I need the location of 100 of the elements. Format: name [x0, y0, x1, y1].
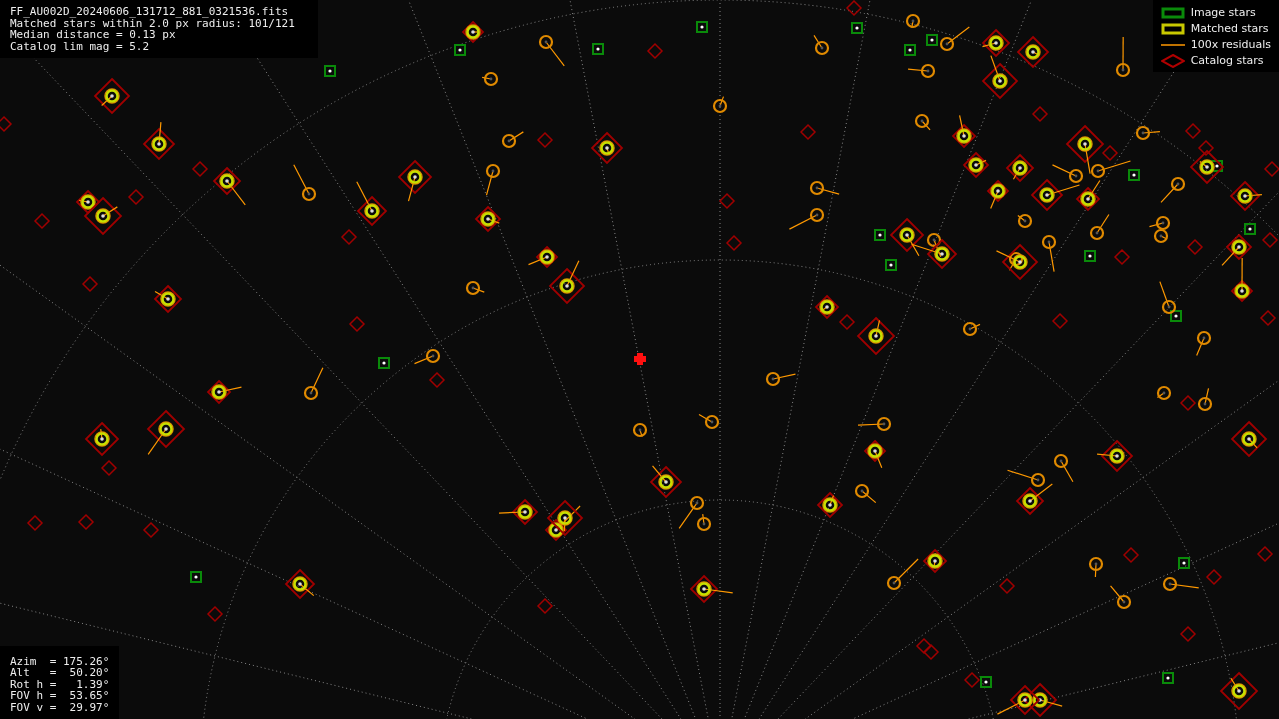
matched-star-marker — [922, 548, 948, 574]
legend-label: Catalog stars — [1190, 54, 1264, 67]
residual-star-marker — [501, 131, 524, 149]
residual-star-marker — [293, 164, 317, 202]
matched-star-marker — [356, 181, 388, 227]
info-text: Matched stars within 2.0 px radius: 101/121 — [10, 17, 296, 29]
residual-star-marker — [1196, 330, 1212, 357]
catalog-star-marker — [963, 671, 981, 689]
catalog-star-marker — [915, 637, 933, 655]
matched-star-marker — [689, 574, 734, 604]
residual-star-marker — [1090, 160, 1132, 179]
catalog-star-marker — [536, 131, 554, 149]
catalog-star-marker — [922, 643, 940, 661]
catalog-star-marker — [26, 514, 44, 532]
matched-star-marker — [461, 20, 485, 44]
residual-star-marker — [813, 34, 830, 56]
pointing-text: Alt = 50.20° — [10, 667, 110, 679]
matched-star-marker — [397, 159, 433, 202]
matched-star-marker — [1096, 439, 1134, 473]
residual-star-marker — [1159, 281, 1177, 315]
catalog-star-marker — [536, 597, 554, 615]
matched-star-marker — [284, 568, 316, 600]
matched-star-marker — [986, 179, 1010, 210]
matched-star-marker — [1229, 180, 1263, 212]
catalog-star-marker — [845, 0, 863, 17]
residual-star-marker — [907, 63, 936, 79]
matched-star-marker — [1221, 233, 1253, 266]
center-cross-marker — [634, 353, 646, 365]
legend-label: 100x residuals — [1190, 38, 1271, 51]
matched-star-marker — [1219, 671, 1259, 711]
catalog-star-marker — [799, 123, 817, 141]
residual-star-marker — [788, 207, 825, 230]
matched-star-marker — [93, 77, 131, 115]
matched-star-marker — [1016, 35, 1050, 69]
matched-star-marker — [498, 498, 539, 526]
matched-star-marker — [590, 131, 624, 165]
matched-star-marker — [814, 294, 840, 320]
diamond-icon — [1160, 53, 1185, 68]
catalog-star-marker — [838, 313, 856, 331]
residual-star-marker — [698, 413, 720, 430]
catalog-star-marker — [1186, 238, 1204, 256]
pointing-text: Azim = 175.26° — [10, 655, 110, 667]
pointing-text: FOV h = 53.65° — [10, 690, 110, 702]
residual-star-marker — [1162, 576, 1200, 592]
matched-star-marker — [206, 379, 243, 405]
catalog-star-marker — [998, 577, 1016, 595]
catalog-star-marker — [1197, 139, 1215, 157]
residual-star-marker — [485, 163, 501, 196]
catalog-star-marker — [206, 605, 224, 623]
catalog-star-marker — [1031, 105, 1049, 123]
residual-star-marker — [1041, 234, 1057, 273]
matched-star-marker — [1189, 149, 1225, 185]
legend-label: Image stars — [1190, 6, 1256, 19]
matched-star-marker — [1065, 124, 1105, 175]
catalog-star-marker — [348, 315, 366, 333]
matched-star-marker — [1230, 420, 1268, 458]
catalog-star-marker — [1051, 312, 1069, 330]
legend-label: Matched stars — [1190, 22, 1269, 35]
catalog-star-marker — [77, 513, 95, 531]
residual-star-marker — [1160, 176, 1186, 203]
residual-star-marker — [1115, 36, 1131, 78]
residual-star-marker — [1197, 387, 1213, 412]
matched-star-marker — [546, 499, 584, 537]
residual-line-icon — [1160, 43, 1185, 46]
matched-star-marker — [951, 114, 977, 149]
matched-star-marker — [212, 166, 246, 206]
residual-star-marker — [1088, 556, 1104, 578]
residual-star-marker — [1053, 453, 1074, 483]
residual-star-marker — [1089, 213, 1110, 241]
catalog-star-marker — [1184, 122, 1202, 140]
residual-star-marker — [939, 26, 970, 52]
catalog-star-marker — [428, 371, 446, 389]
catalog-star-marker — [1259, 309, 1277, 327]
matched-star-marker — [1230, 257, 1254, 303]
residual-star-marker — [886, 558, 919, 591]
residual-star-marker — [809, 180, 840, 196]
catalog-star-marker — [191, 160, 209, 178]
catalog-star-marker — [340, 228, 358, 246]
matched-star-marker — [889, 217, 925, 257]
residual-star-marker — [1051, 164, 1084, 184]
residual-star-marker — [413, 348, 441, 365]
catalog-star-marker — [81, 275, 99, 293]
matched-star-marker — [146, 409, 186, 455]
matched-star-marker — [910, 238, 958, 270]
matched-star-marker — [474, 205, 502, 233]
matched-star-marker — [1015, 483, 1053, 516]
catalog-star-marker — [1256, 545, 1274, 563]
catalog-star-marker — [1179, 625, 1197, 643]
info-text: Median distance = 0.13 px — [10, 29, 176, 41]
matched-star-marker — [142, 121, 176, 161]
residual-star-marker — [1135, 125, 1161, 141]
matched-star-marker — [996, 684, 1041, 716]
pointing-text: FOV v = 29.97° — [10, 701, 110, 713]
residual-star-marker — [1109, 585, 1132, 610]
image-star-swatch-icon — [1160, 5, 1185, 20]
residual-star-marker — [854, 483, 877, 504]
matched-star-marker — [816, 491, 844, 519]
catalog-star-marker — [1101, 144, 1119, 162]
catalog-star-marker — [1122, 546, 1140, 564]
catalog-star-marker — [725, 234, 743, 252]
